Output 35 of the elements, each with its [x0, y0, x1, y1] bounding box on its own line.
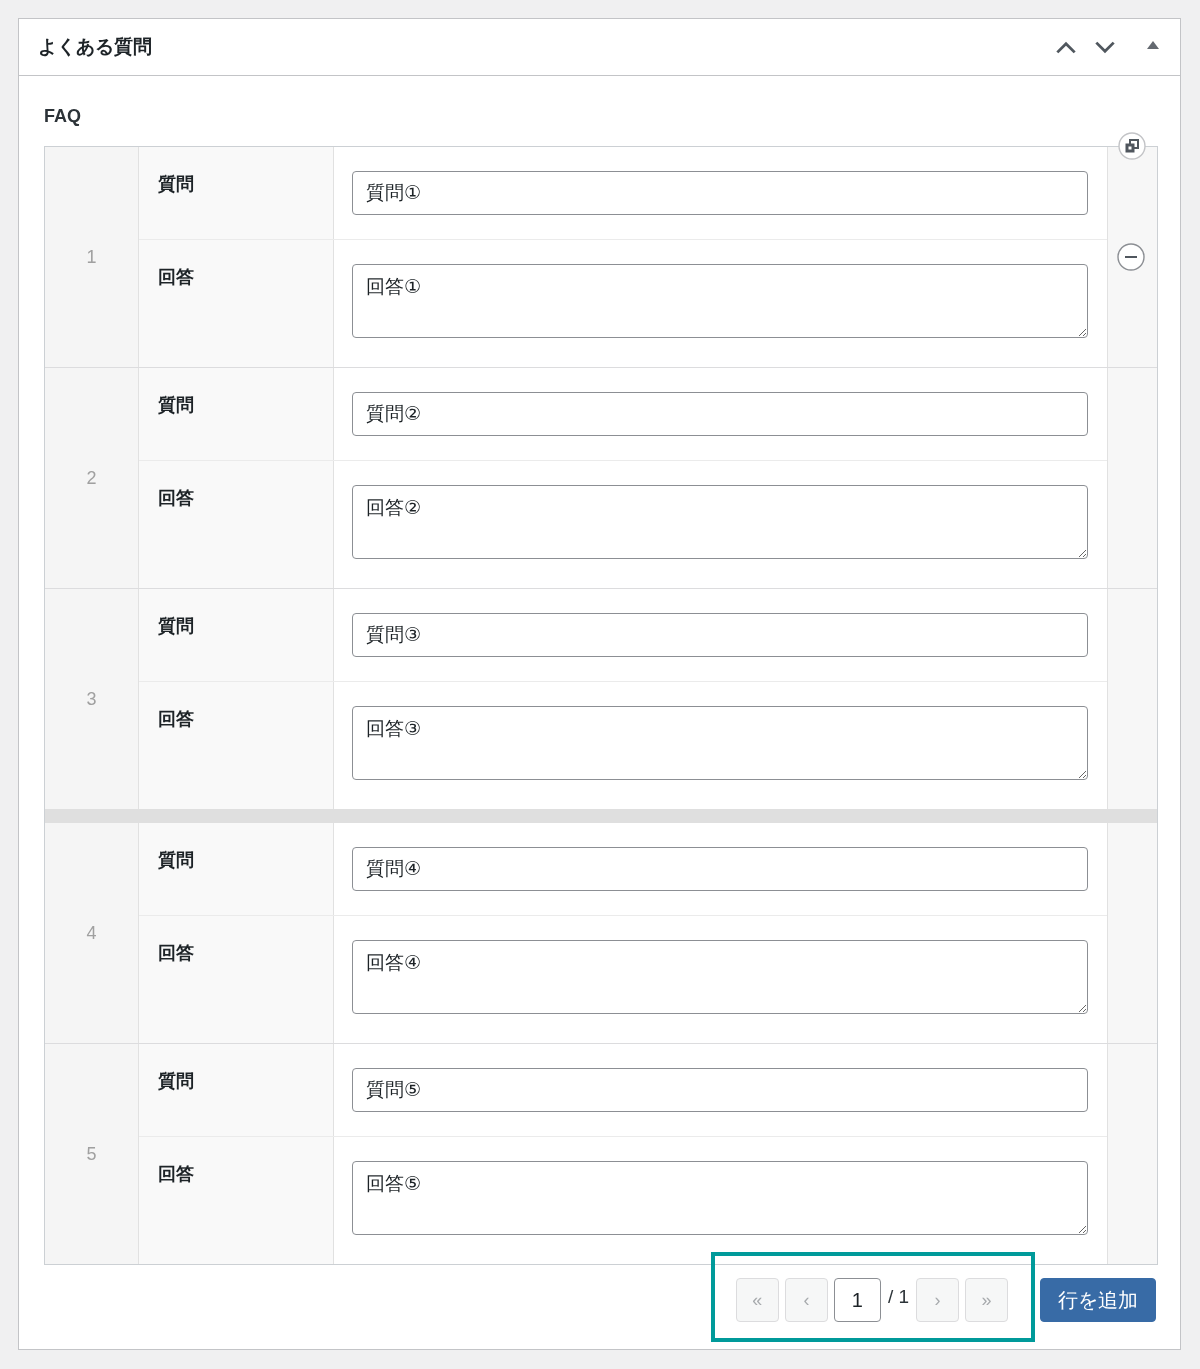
field-label: FAQ — [44, 105, 82, 127]
answer-field[interactable]: 回答① — [352, 264, 1088, 338]
field-label: 質問 — [139, 589, 334, 681]
question-field[interactable]: 質問② — [352, 392, 1088, 436]
row-number: 3 — [45, 589, 139, 809]
page-total: / 1 — [886, 1286, 910, 1308]
add-row-button[interactable]: 行を追加 — [1040, 1278, 1156, 1322]
question-field[interactable]: 質問⑤ — [352, 1068, 1088, 1112]
field-label: 回答 — [139, 240, 334, 367]
minus-circle-icon[interactable] — [1117, 243, 1145, 271]
row-number: 2 — [45, 368, 139, 588]
question-field[interactable]: 質問③ — [352, 613, 1088, 657]
row-number: 5 — [45, 1044, 139, 1264]
question-field[interactable]: 質問④ — [352, 847, 1088, 891]
duplicate-icon[interactable] — [1118, 132, 1146, 160]
chevron-up-icon — [1055, 40, 1077, 54]
field-label: 質問 — [139, 823, 334, 915]
row-number: 4 — [45, 823, 139, 1043]
field-label: 回答 — [139, 1137, 334, 1264]
field-label: 回答 — [139, 682, 334, 809]
answer-field[interactable]: 回答③ — [352, 706, 1088, 780]
field-label: 質問 — [139, 147, 334, 239]
answer-field[interactable]: 回答④ — [352, 940, 1088, 1014]
field-label: 回答 — [139, 461, 334, 588]
panel-title: よくある質問 — [38, 35, 153, 59]
page-number-field[interactable]: 1 — [833, 1278, 881, 1322]
question-field[interactable]: 質問① — [352, 171, 1088, 215]
chevron-down-icon — [1094, 40, 1116, 54]
row-number: 1 — [45, 147, 139, 367]
answer-field[interactable]: 回答⑤ — [352, 1161, 1088, 1235]
answer-field[interactable]: 回答② — [352, 485, 1088, 559]
field-label: 質問 — [139, 368, 334, 460]
triangle-up-icon — [1147, 41, 1159, 49]
field-label: 質問 — [139, 1044, 334, 1136]
field-label: 回答 — [139, 916, 334, 1043]
